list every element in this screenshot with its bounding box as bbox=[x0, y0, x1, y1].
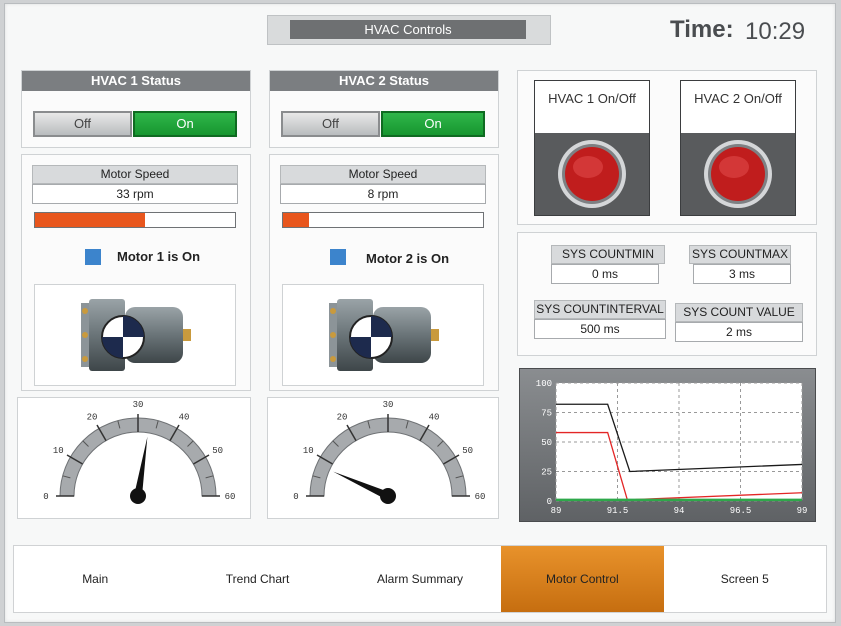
chart-y-tick-label: 25 bbox=[541, 468, 552, 478]
motor1-speed-bar-fill bbox=[35, 213, 145, 227]
chart-y-tick-label: 50 bbox=[541, 438, 552, 448]
hvac1-off-button[interactable]: Off bbox=[33, 111, 132, 137]
hvac1-status-title: HVAC 1 Status bbox=[22, 71, 250, 91]
motor1-indicator-icon bbox=[85, 249, 101, 265]
motor-icon bbox=[329, 299, 439, 371]
chart-y-tick-label: 100 bbox=[536, 379, 552, 389]
hvac1-onoff-label: HVAC 1 On/Off bbox=[535, 81, 649, 133]
chart-x-tick-label: 99 bbox=[797, 506, 808, 516]
pushbutton-panel: HVAC 1 On/Off HVAC 2 On/Off bbox=[517, 70, 817, 225]
hvac2-gauge-tick-label: 40 bbox=[429, 412, 440, 422]
hvac1-gauge-tick-label: 40 bbox=[179, 412, 190, 422]
chart-x-tick-label: 91.5 bbox=[607, 506, 629, 516]
hvac1-gauge-tick-label: 20 bbox=[87, 412, 98, 422]
sys-countmin-label: SYS COUNTMIN bbox=[551, 245, 665, 264]
red-button-icon bbox=[704, 140, 772, 208]
hvac2-onoff-label: HVAC 2 On/Off bbox=[681, 81, 795, 133]
gauge-dial: 0 10 20 30 40 50 60 bbox=[43, 400, 236, 504]
time-label: Time: bbox=[670, 16, 734, 43]
motor1-image bbox=[34, 284, 236, 386]
hmi-screen: HVAC Controls Time: 10:29 HVAC 1 Status … bbox=[4, 3, 836, 623]
hvac2-gauge-tick-label: 20 bbox=[337, 412, 348, 422]
sys-countmax-label: SYS COUNTMAX bbox=[689, 245, 791, 264]
motor-icon bbox=[81, 299, 191, 371]
motor2-speed-bar-fill bbox=[283, 213, 309, 227]
motor1-indicator-text: Motor 1 is On bbox=[117, 249, 201, 264]
hvac2-gauge-tick-label: 60 bbox=[475, 492, 486, 502]
hvac1-status-panel: HVAC 1 Status Off On bbox=[21, 70, 251, 148]
chart-x-tick-label: 94 bbox=[674, 506, 685, 516]
hvac2-gauge-tick-label: 50 bbox=[462, 446, 473, 456]
motor2-speed-label: Motor Speed bbox=[280, 165, 486, 184]
sys-countinterval-value: 500 ms bbox=[534, 319, 666, 339]
chart-y-tick-label: 0 bbox=[547, 497, 552, 507]
hvac2-gauge-tick-label: 0 bbox=[293, 492, 298, 502]
hvac2-gauge-hub bbox=[380, 488, 396, 504]
hvac1-gauge-tick-label: 60 bbox=[225, 492, 236, 502]
sys-countmax-value: 3 ms bbox=[693, 264, 791, 284]
hvac2-off-button[interactable]: Off bbox=[281, 111, 380, 137]
hvac1-gauge-tick-label: 30 bbox=[133, 400, 144, 410]
motor2-speed-bar bbox=[282, 212, 484, 228]
hvac1-onoff-pushbutton[interactable]: HVAC 1 On/Off bbox=[534, 80, 650, 216]
gauge-dial: 0 10 20 30 40 50 60 bbox=[293, 400, 486, 504]
motor2-speed-value: 8 rpm bbox=[280, 184, 486, 204]
chart-x-tick-label: 96.5 bbox=[730, 506, 752, 516]
chart-x-tick-label: 89 bbox=[551, 506, 562, 516]
motor2-image bbox=[282, 284, 484, 386]
time-value: 10:29 bbox=[745, 18, 806, 45]
hvac1-gauge-tick-label: 10 bbox=[53, 446, 64, 456]
nav-item-screen-5[interactable]: Screen 5 bbox=[664, 546, 826, 612]
motor1-speed-label: Motor Speed bbox=[32, 165, 238, 184]
hvac2-motor-panel: Motor Speed 8 rpm Motor 2 is On bbox=[269, 154, 499, 391]
sys-count-panel: SYS COUNTMIN 0 ms SYS COUNTMAX 3 ms SYS … bbox=[517, 232, 817, 356]
hvac2-status-panel: HVAC 2 Status Off On bbox=[269, 70, 499, 148]
nav-item-trend-chart[interactable]: Trend Chart bbox=[176, 546, 338, 612]
hvac2-gauge-tick-label: 10 bbox=[303, 446, 314, 456]
hvac2-gauge: 0 10 20 30 40 50 60 bbox=[267, 397, 499, 519]
sys-countvalue-label: SYS COUNT VALUE bbox=[675, 303, 803, 322]
motor2-indicator-text: Motor 2 is On bbox=[366, 251, 450, 266]
red-button-icon bbox=[558, 140, 626, 208]
hvac2-gauge-tick-label: 30 bbox=[383, 400, 394, 410]
sys-countinterval-label: SYS COUNTINTERVAL bbox=[534, 300, 666, 319]
hvac1-gauge-hub bbox=[130, 488, 146, 504]
title-bar: HVAC Controls bbox=[267, 15, 551, 45]
hvac1-gauge-tick-label: 50 bbox=[212, 446, 223, 456]
sys-countvalue-value: 2 ms bbox=[675, 322, 803, 342]
chart-y-tick-label: 75 bbox=[541, 409, 552, 419]
hvac1-gauge: 0 10 20 30 40 50 60 bbox=[17, 397, 251, 519]
trend-chart: 89 91.5 94 96.5 99 0 25 50 75 100 bbox=[519, 368, 816, 522]
nav-item-alarm-summary[interactable]: Alarm Summary bbox=[339, 546, 501, 612]
hvac2-status-title: HVAC 2 Status bbox=[270, 71, 498, 91]
trend-chart-svg: 89 91.5 94 96.5 99 0 25 50 75 100 bbox=[536, 379, 808, 516]
hvac2-onoff-pushbutton[interactable]: HVAC 2 On/Off bbox=[680, 80, 796, 216]
motor2-indicator-icon bbox=[330, 249, 346, 265]
nav-item-main[interactable]: Main bbox=[14, 546, 176, 612]
sys-countmin-value: 0 ms bbox=[551, 264, 659, 284]
hvac1-gauge-needle bbox=[134, 436, 148, 497]
hvac1-on-button[interactable]: On bbox=[133, 111, 237, 137]
hvac1-motor-panel: Motor Speed 33 rpm Motor 1 is On bbox=[21, 154, 251, 391]
hvac1-gauge-tick-label: 0 bbox=[43, 492, 48, 502]
motor1-speed-bar bbox=[34, 212, 236, 228]
bottom-nav: Main Trend Chart Alarm Summary Motor Contro… bbox=[13, 545, 827, 613]
hvac2-on-button[interactable]: On bbox=[381, 111, 485, 137]
motor1-speed-value: 33 rpm bbox=[32, 184, 238, 204]
page-title: HVAC Controls bbox=[290, 20, 526, 39]
nav-item-motor-control[interactable]: Motor Control bbox=[501, 546, 664, 612]
